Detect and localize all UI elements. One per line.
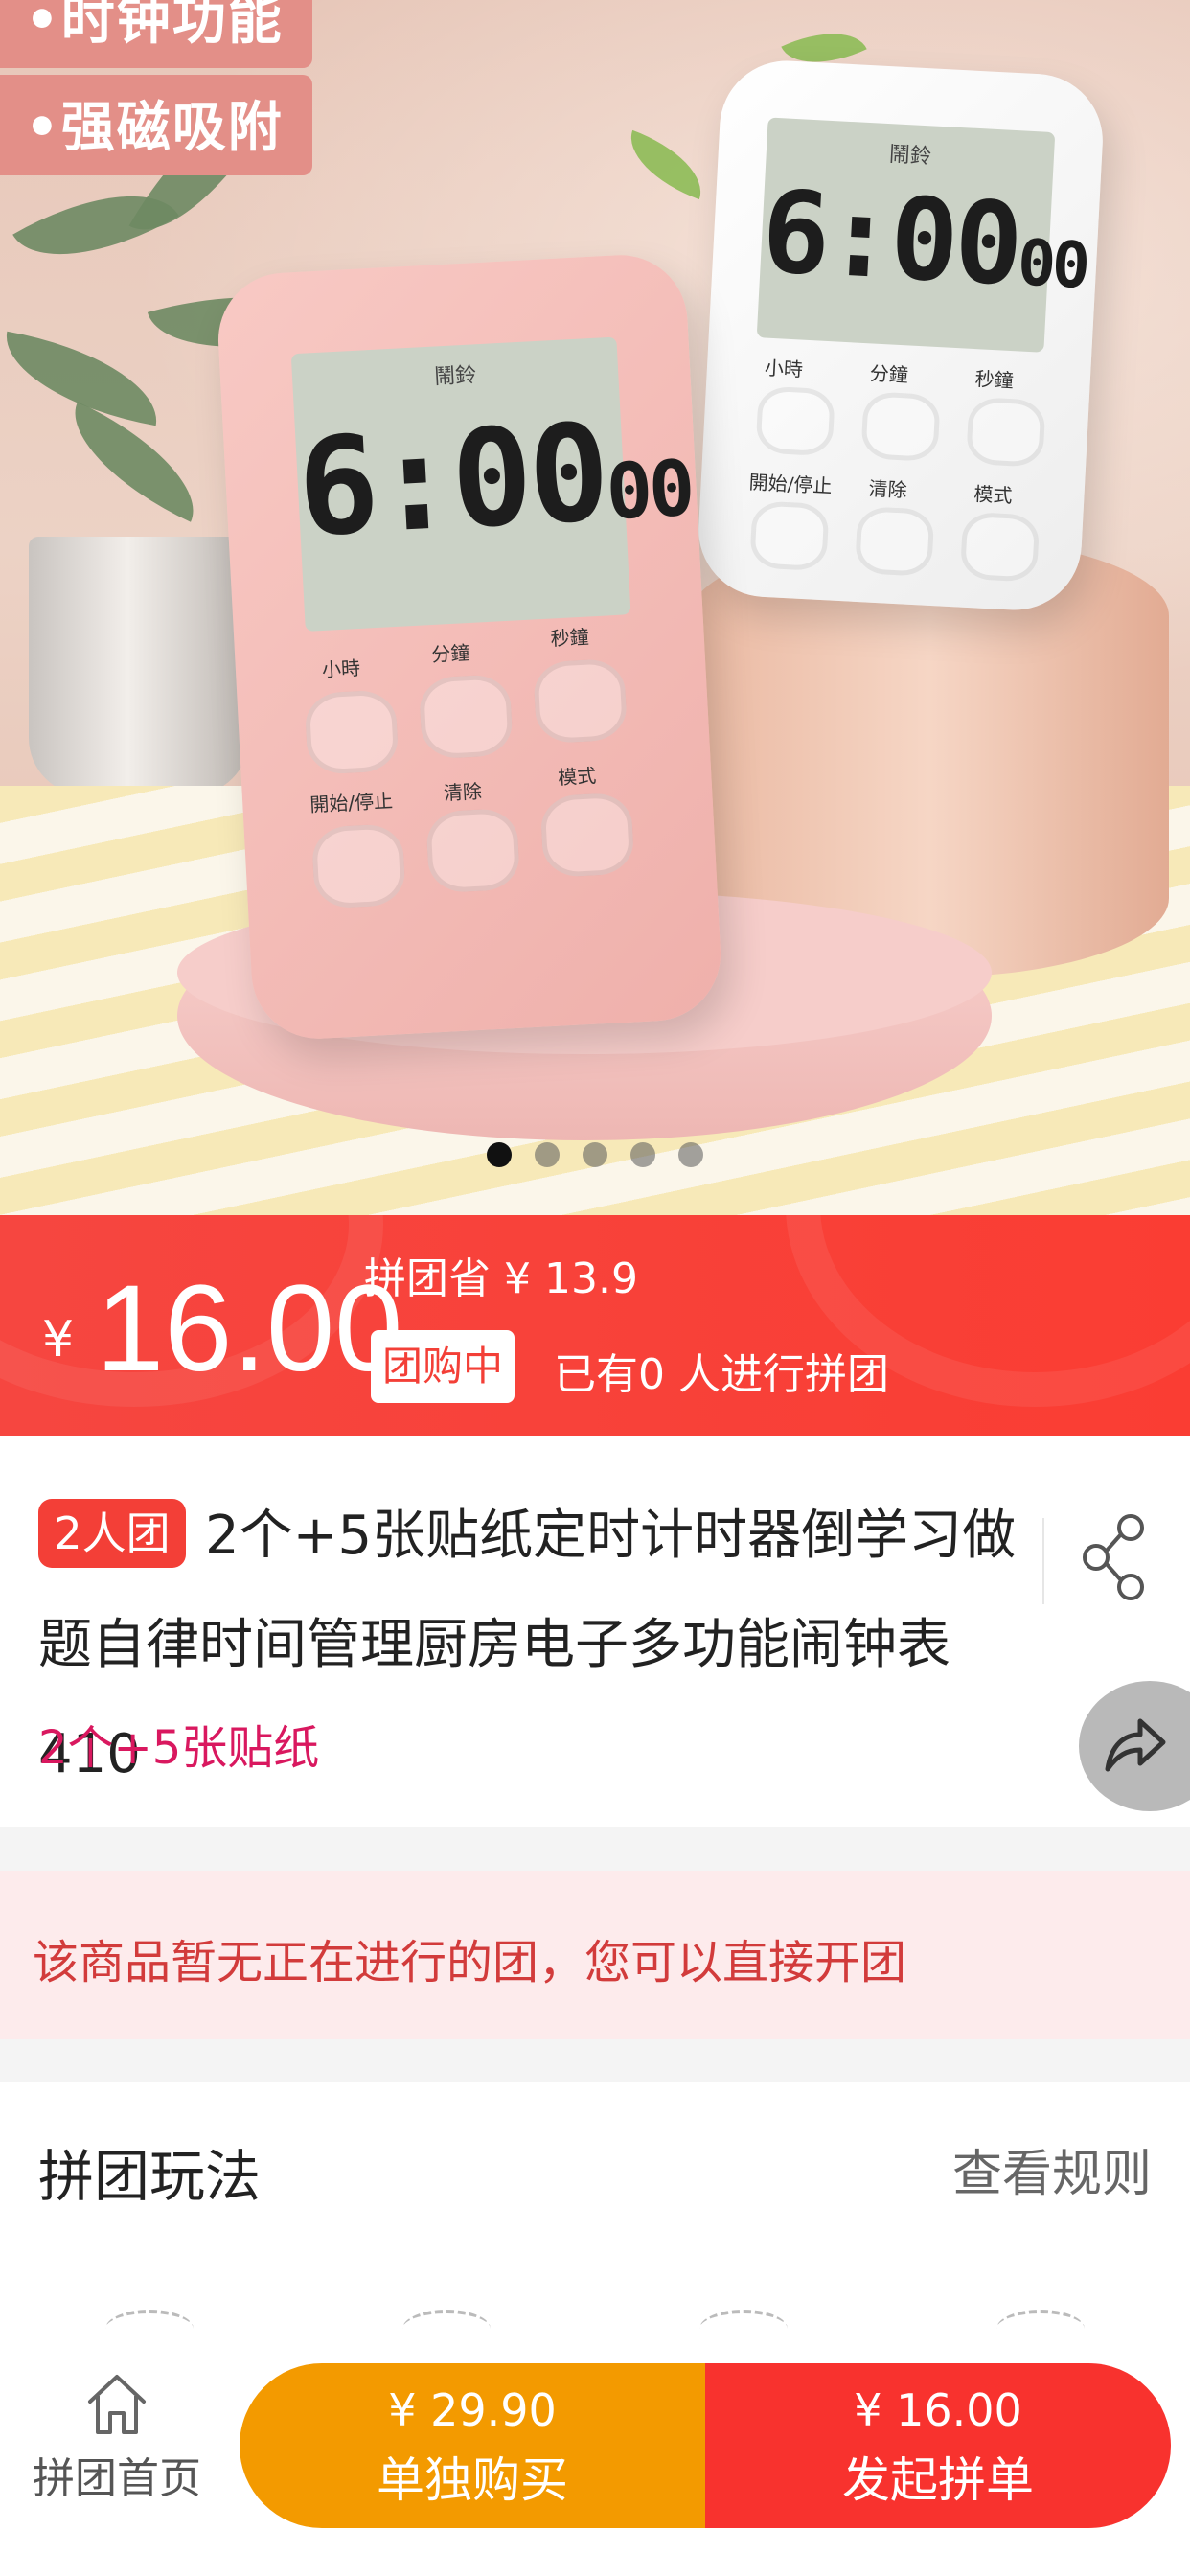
timer-button-label: 模式 [557, 764, 597, 790]
timer-button [854, 505, 935, 578]
group-home-button[interactable]: 拼团首页 [19, 2371, 215, 2505]
currency-symbol: ¥ [42, 1311, 75, 1368]
timer-button-label: 分鐘 [869, 361, 909, 387]
timer-button [310, 822, 406, 909]
timer-button [304, 689, 400, 775]
timer-button [959, 511, 1041, 583]
plant-pot-image [29, 537, 249, 795]
timer-button [539, 792, 635, 879]
timer-screen: 鬧鈴 6:0000 [756, 117, 1088, 353]
divider [1042, 1518, 1044, 1604]
timer-digits: 6:0000 [293, 394, 694, 568]
carousel-dot[interactable] [535, 1142, 560, 1167]
product-image-carousel[interactable]: •时钟功能 •强磁吸附 鬧鈴 6:0000 小時 分鐘 秒鐘 開始/停止 清除 … [0, 0, 1190, 1215]
single-price: ¥ 29.90 [388, 2384, 557, 2436]
timer-button-label: 秒鐘 [550, 625, 590, 651]
timer-seconds: 00 [604, 443, 694, 538]
rules-heading: 拼团玩法 [38, 2144, 262, 2209]
timer-button [755, 385, 835, 457]
timer-time: 6:00 [758, 165, 1022, 311]
carousel-dot[interactable] [583, 1142, 607, 1167]
timer-button-label: 小時 [321, 656, 361, 682]
timer-button-label: 小時 [764, 356, 804, 381]
group-buy-label: 发起拼单 [842, 2452, 1034, 2508]
price-banner: ¥ 16.00 拼团省 ¥ 13.9 团购中 已有0 人进行拼团 [0, 1215, 1190, 1436]
timer-seconds: 00 [1016, 225, 1088, 303]
joined-count: 已有0 人进行拼团 [554, 1350, 889, 1399]
timer-pink-image: 鬧鈴 6:0000 小時 分鐘 秒鐘 開始/停止 清除 模式 [215, 251, 724, 1043]
carousel-dot[interactable] [487, 1142, 512, 1167]
timer-button-label: 開始/停止 [309, 789, 394, 816]
carousel-indicator[interactable] [0, 1142, 1190, 1171]
timer-screen: 鬧鈴 6:0000 [290, 336, 694, 632]
timer-digits: 6:0000 [758, 165, 1088, 312]
single-label: 单独购买 [377, 2452, 568, 2508]
timer-button-label: 模式 [973, 482, 1014, 508]
start-group-button[interactable]: ¥ 16.00 发起拼单 [705, 2363, 1171, 2528]
forward-button[interactable] [1079, 1681, 1190, 1811]
product-page: •时钟功能 •强磁吸附 鬧鈴 6:0000 小時 分鐘 秒鐘 開始/停止 清除 … [0, 0, 1190, 2576]
timer-button-label: 分鐘 [430, 641, 470, 667]
team-size-badge: 2人团 [38, 1499, 186, 1568]
feature-tag: •强磁吸附 [0, 75, 312, 175]
timer-button-label: 秒鐘 [974, 367, 1015, 393]
forward-arrow-icon [1105, 1718, 1166, 1772]
timer-button [424, 807, 521, 894]
timer-button-label: 開始/停止 [748, 470, 834, 498]
home-label: 拼团首页 [33, 2454, 201, 2503]
feature-tag: •时钟功能 [0, 0, 312, 68]
group-price: 16.00 [96, 1260, 403, 1397]
notice-text: 该商品暂无正在进行的团，您可以直接开团 [33, 1936, 907, 1990]
view-rules-link[interactable]: 查看规则 [952, 2133, 1152, 2205]
group-buy-price: ¥ 16.00 [854, 2384, 1022, 2436]
timer-button [966, 396, 1046, 468]
group-status-badge: 团购中 [371, 1330, 515, 1403]
group-notice: 该商品暂无正在进行的团，您可以直接开团 [0, 1871, 1190, 2039]
share-icon[interactable] [1081, 1514, 1150, 1600]
timer-white-image: 鬧鈴 6:0000 小時 分鐘 秒鐘 開始/停止 清除 模式 [695, 57, 1107, 614]
buy-alone-button[interactable]: ¥ 29.90 单独购买 [240, 2363, 705, 2528]
timer-button-label: 清除 [443, 779, 483, 805]
timer-button [860, 391, 941, 463]
home-icon [88, 2375, 146, 2434]
timer-button-label: 清除 [867, 476, 908, 502]
carousel-dot[interactable] [678, 1142, 703, 1167]
product-info: 2个+5张贴纸定时计时器倒学习做题自律时间管理厨房电子多功能闹钟表 410 2人… [0, 1436, 1190, 1827]
timer-button [532, 657, 629, 745]
bottom-action-bar: 拼团首页 ¥ 29.90 单独购买 ¥ 16.00 发起拼单 [0, 2329, 1190, 2576]
group-savings: 拼团省 ¥ 13.9 [364, 1254, 638, 1303]
timer-button [418, 673, 514, 760]
carousel-dot[interactable] [630, 1142, 655, 1167]
timer-time: 6:00 [293, 395, 610, 568]
timer-button [749, 500, 830, 572]
timer-brand: 鬧鈴 [433, 363, 477, 390]
product-spec: 2个+5张贴纸 [38, 1721, 320, 1775]
